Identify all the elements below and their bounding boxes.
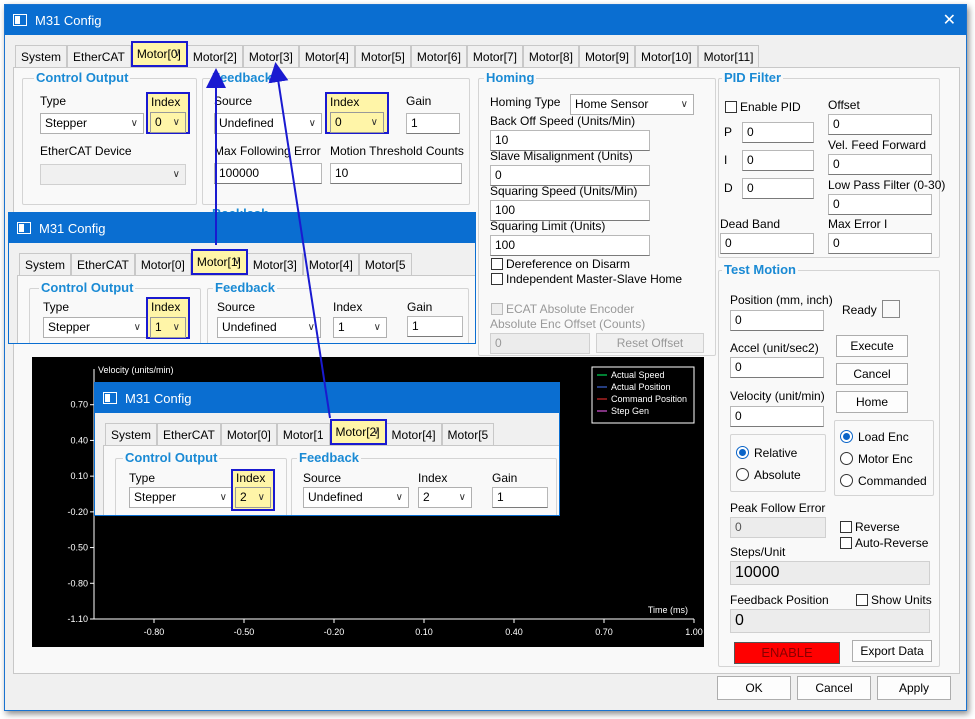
- annotation-arrows: [206, 62, 331, 419]
- arrow-motor2: [268, 62, 331, 419]
